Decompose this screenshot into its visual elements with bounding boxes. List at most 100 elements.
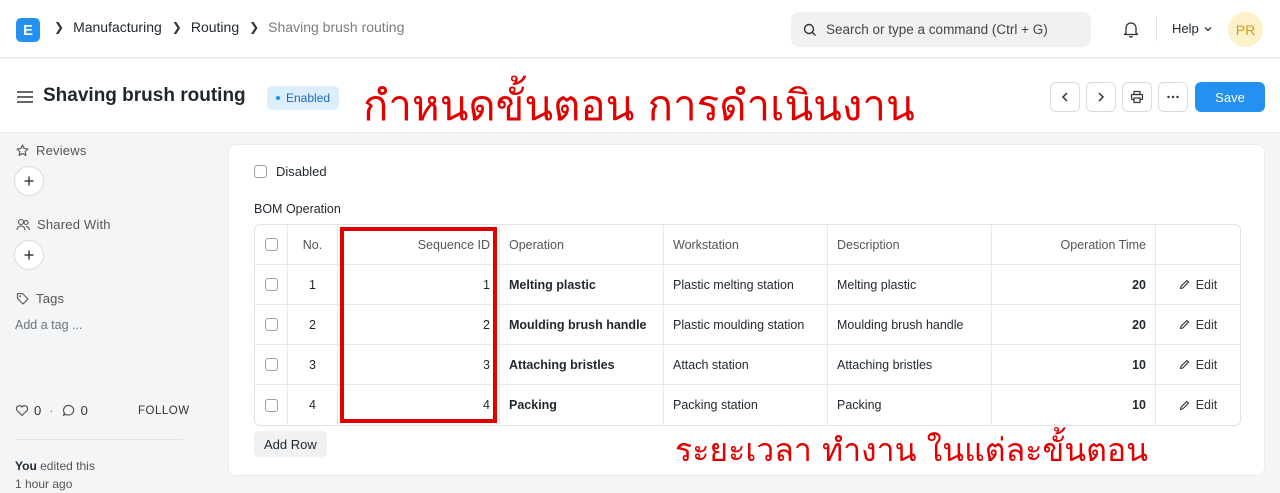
row-edit-button[interactable]: Edit [1156,345,1240,384]
row-operation-time[interactable]: 20 [992,265,1156,304]
save-button[interactable]: Save [1195,82,1265,112]
row-operation-time[interactable]: 10 [992,345,1156,384]
row-checkbox-cell [255,345,288,384]
breadcrumb: ❯ Manufacturing ❯ Routing ❯ Shaving brus… [52,19,404,35]
pencil-icon [1179,279,1189,290]
breadcrumb-manufacturing[interactable]: Manufacturing [73,19,162,35]
breadcrumb-routing[interactable]: Routing [191,19,239,35]
row-checkbox[interactable] [264,358,278,371]
row-workstation[interactable]: Packing station [664,385,828,425]
chevron-left-icon [1061,92,1068,102]
help-dropdown[interactable]: Help [1172,21,1213,36]
disabled-checkbox-row[interactable]: Disabled [254,164,327,179]
shared-with-label: Shared With [37,217,111,232]
row-workstation[interactable]: Attach station [664,345,828,384]
row-checkbox-cell [255,265,288,304]
search-icon [803,23,816,36]
annotation-bottom-text: ระยะเวลา ทำงาน ในแต่ละขั้นตอน [675,431,1148,469]
row-operation-time[interactable]: 10 [992,385,1156,425]
likes-comments: 0 · 0 [15,403,88,418]
row-operation-time[interactable]: 20 [992,305,1156,344]
activity-user[interactable]: You [15,459,37,473]
chevron-right-icon: ❯ [249,20,260,34]
add-row-button[interactable]: Add Row [254,431,327,457]
edit-label: Edit [1195,398,1218,412]
print-button[interactable] [1122,82,1152,112]
ellipsis-icon [1167,95,1179,99]
row-description[interactable]: Packing [828,385,992,425]
pencil-icon [1179,319,1189,330]
row-description[interactable]: Moulding brush handle [828,305,992,344]
add-review-button[interactable] [14,166,44,196]
tag-icon [16,292,29,305]
row-operation[interactable]: Packing [500,385,664,425]
chevron-right-icon: ❯ [171,20,182,34]
row-checkbox-cell [255,305,288,344]
disabled-label: Disabled [276,164,327,179]
pencil-icon [1179,400,1189,410]
search-bar[interactable] [791,12,1091,47]
row-edit-button[interactable]: Edit [1156,385,1240,425]
row-no: 2 [288,305,338,344]
navbar: E ❯ Manufacturing ❯ Routing ❯ Shaving br… [0,0,1280,58]
printer-icon [1130,90,1144,104]
menu-icon[interactable] [16,90,34,107]
notification-bell-icon[interactable] [1122,20,1140,41]
row-edit-button[interactable]: Edit [1156,265,1240,304]
avatar[interactable]: PR [1228,12,1263,47]
row-edit-button[interactable]: Edit [1156,305,1240,344]
status-dot [276,96,280,100]
select-all-cell [255,225,288,264]
row-checkbox[interactable] [264,398,278,412]
edit-label: Edit [1195,277,1218,292]
help-label: Help [1172,21,1199,36]
sidebar: Reviews Shared With Tags Add a tag ... 0… [0,134,200,493]
row-operation[interactable]: Attaching bristles [500,345,664,384]
row-workstation[interactable]: Plastic melting station [664,265,828,304]
more-options-button[interactable] [1158,82,1188,112]
add-share-button[interactable] [14,240,44,270]
follow-button[interactable]: FOLLOW [138,405,190,417]
next-button[interactable] [1086,82,1116,112]
plus-icon [24,250,34,260]
row-checkbox[interactable] [264,278,278,291]
row-no: 3 [288,345,338,384]
sidebar-divider [15,439,183,440]
row-description[interactable]: Melting plastic [828,265,992,304]
annotation-highlight-box [340,227,497,423]
header-workstation: Workstation [664,225,828,264]
header-operation-time: Operation Time [992,225,1156,264]
previous-button[interactable] [1050,82,1080,112]
row-description[interactable]: Attaching bristles [828,345,992,384]
users-icon [16,218,30,231]
heart-icon[interactable] [15,404,29,417]
edit-label: Edit [1195,317,1218,332]
comment-icon[interactable] [62,404,76,417]
logo-letter: E [22,21,33,39]
status-badge: Enabled [267,86,340,110]
page-title: Shaving brush routing [43,85,246,106]
comments-count: 0 [80,403,88,418]
tags-label: Tags [36,291,65,306]
chevron-right-icon [1098,92,1105,102]
search-input[interactable] [826,22,1066,37]
disabled-checkbox[interactable] [254,165,267,178]
row-checkbox-cell [255,385,288,425]
header-no: No. [288,225,338,264]
page-head: Shaving brush routing Enabled กำหนดขั้นต… [0,59,1280,133]
app-logo[interactable]: E [16,18,40,42]
row-checkbox[interactable] [264,318,278,331]
select-all-checkbox[interactable] [264,238,278,251]
status-label: Enabled [286,91,331,105]
star-icon [16,144,29,157]
edit-label: Edit [1195,357,1218,372]
row-operation[interactable]: Moulding brush handle [500,305,664,344]
likes-count: 0 [34,403,42,418]
pencil-icon [1179,359,1189,370]
tags-section-label: Tags [16,291,64,306]
separator-dot: · [49,403,54,418]
navbar-divider [1156,17,1157,41]
row-operation[interactable]: Melting plastic [500,265,664,304]
add-tag-link[interactable]: Add a tag ... [15,318,82,332]
row-workstation[interactable]: Plastic moulding station [664,305,828,344]
